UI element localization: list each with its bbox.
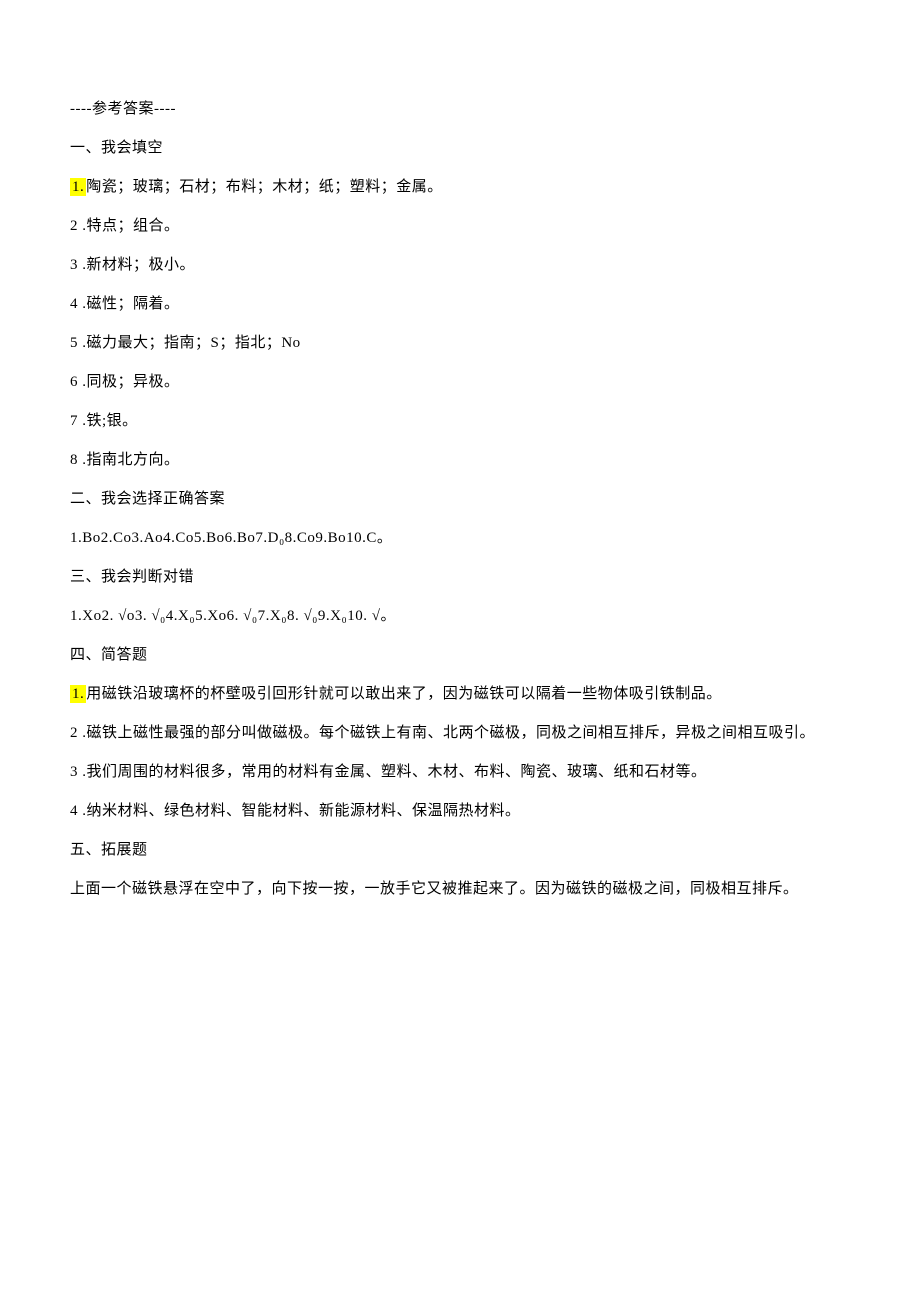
item-num: 4 .	[70, 803, 87, 819]
item-num: 7 .	[70, 413, 87, 429]
section-4-item: 1.用磁铁沿玻璃杯的杯壁吸引回形针就可以敢出来了，因为磁铁可以隔着一些物体吸引铁…	[70, 675, 850, 714]
section-4-title: 四、简答题	[70, 636, 850, 675]
section-1-item: 6 .同极；异极。	[70, 363, 850, 402]
section-4-item: 4 .纳米材料、绿色材料、智能材料、新能源材料、保温隔热材料。	[70, 792, 850, 831]
item-text: 同极；异极。	[87, 374, 180, 390]
section-1-item: 3 .新材料；极小。	[70, 246, 850, 285]
section-4-item: 2 .磁铁上磁性最强的部分叫做磁极。每个磁铁上有南、北两个磁极，同极之间相互排斥…	[70, 714, 850, 753]
item-text: 特点；组合。	[87, 218, 180, 234]
item-num: 4 .	[70, 296, 87, 312]
item-text: 陶瓷；玻璃；石材；布料；木材；纸；塑料；金属。	[86, 179, 443, 195]
highlight-marker: 1.	[70, 685, 86, 703]
item-text: 新材料；极小。	[87, 257, 196, 273]
item-text: 纳米材料、绿色材料、智能材料、新能源材料、保温隔热材料。	[87, 803, 521, 819]
item-num: 5 .	[70, 335, 87, 351]
item-num: 6 .	[70, 374, 87, 390]
section-1-item: 1.陶瓷；玻璃；石材；布料；木材；纸；塑料；金属。	[70, 168, 850, 207]
section-5-title: 五、拓展题	[70, 831, 850, 870]
item-text: 铁;银。	[87, 413, 138, 429]
item-text: 我们周围的材料很多，常用的材料有金属、塑料、木材、布料、陶瓷、玻璃、纸和石材等。	[87, 764, 707, 780]
section-2-title: 二、我会选择正确答案	[70, 480, 850, 519]
item-text: 磁铁上磁性最强的部分叫做磁极。每个磁铁上有南、北两个磁极，同极之间相互排斥，异极…	[87, 725, 816, 741]
item-num: 2 .	[70, 725, 87, 741]
answers-header: ----参考答案----	[70, 90, 850, 129]
item-num: 2 .	[70, 218, 87, 234]
item-num: 3 .	[70, 257, 87, 273]
item-text: 用磁铁沿玻璃杯的杯壁吸引回形针就可以敢出来了，因为磁铁可以隔着一些物体吸引铁制品…	[86, 686, 722, 702]
section-1-item: 2 .特点；组合。	[70, 207, 850, 246]
section-1-item: 8 .指南北方向。	[70, 441, 850, 480]
section-2-text: 1.Bo2.Co3.Ao4.Co5.Bo6.Bo7.D₀8.Co9.Bo10.C…	[70, 519, 850, 558]
item-text: 磁力最大；指南；S；指北；No	[87, 335, 301, 351]
section-1-item: 5 .磁力最大；指南；S；指北；No	[70, 324, 850, 363]
item-text: 磁性；隔着。	[87, 296, 180, 312]
section-3-title: 三、我会判断对错	[70, 558, 850, 597]
item-text: 指南北方向。	[87, 452, 180, 468]
section-1-title: 一、我会填空	[70, 129, 850, 168]
section-5-text: 上面一个磁铁悬浮在空中了，向下按一按，一放手它又被推起来了。因为磁铁的磁极之间，…	[70, 870, 850, 909]
highlight-marker: 1.	[70, 178, 86, 196]
section-3-text: 1.Xo2. √o3. √₀4.X₀5.Xo6. √₀7.X₀8. √₀9.X₀…	[70, 597, 850, 636]
section-1-item: 7 .铁;银。	[70, 402, 850, 441]
document-page: ----参考答案---- 一、我会填空 1.陶瓷；玻璃；石材；布料；木材；纸；塑…	[0, 0, 920, 969]
item-num: 8 .	[70, 452, 87, 468]
section-4-item: 3 .我们周围的材料很多，常用的材料有金属、塑料、木材、布料、陶瓷、玻璃、纸和石…	[70, 753, 850, 792]
section-1-item: 4 .磁性；隔着。	[70, 285, 850, 324]
item-num: 3 .	[70, 764, 87, 780]
